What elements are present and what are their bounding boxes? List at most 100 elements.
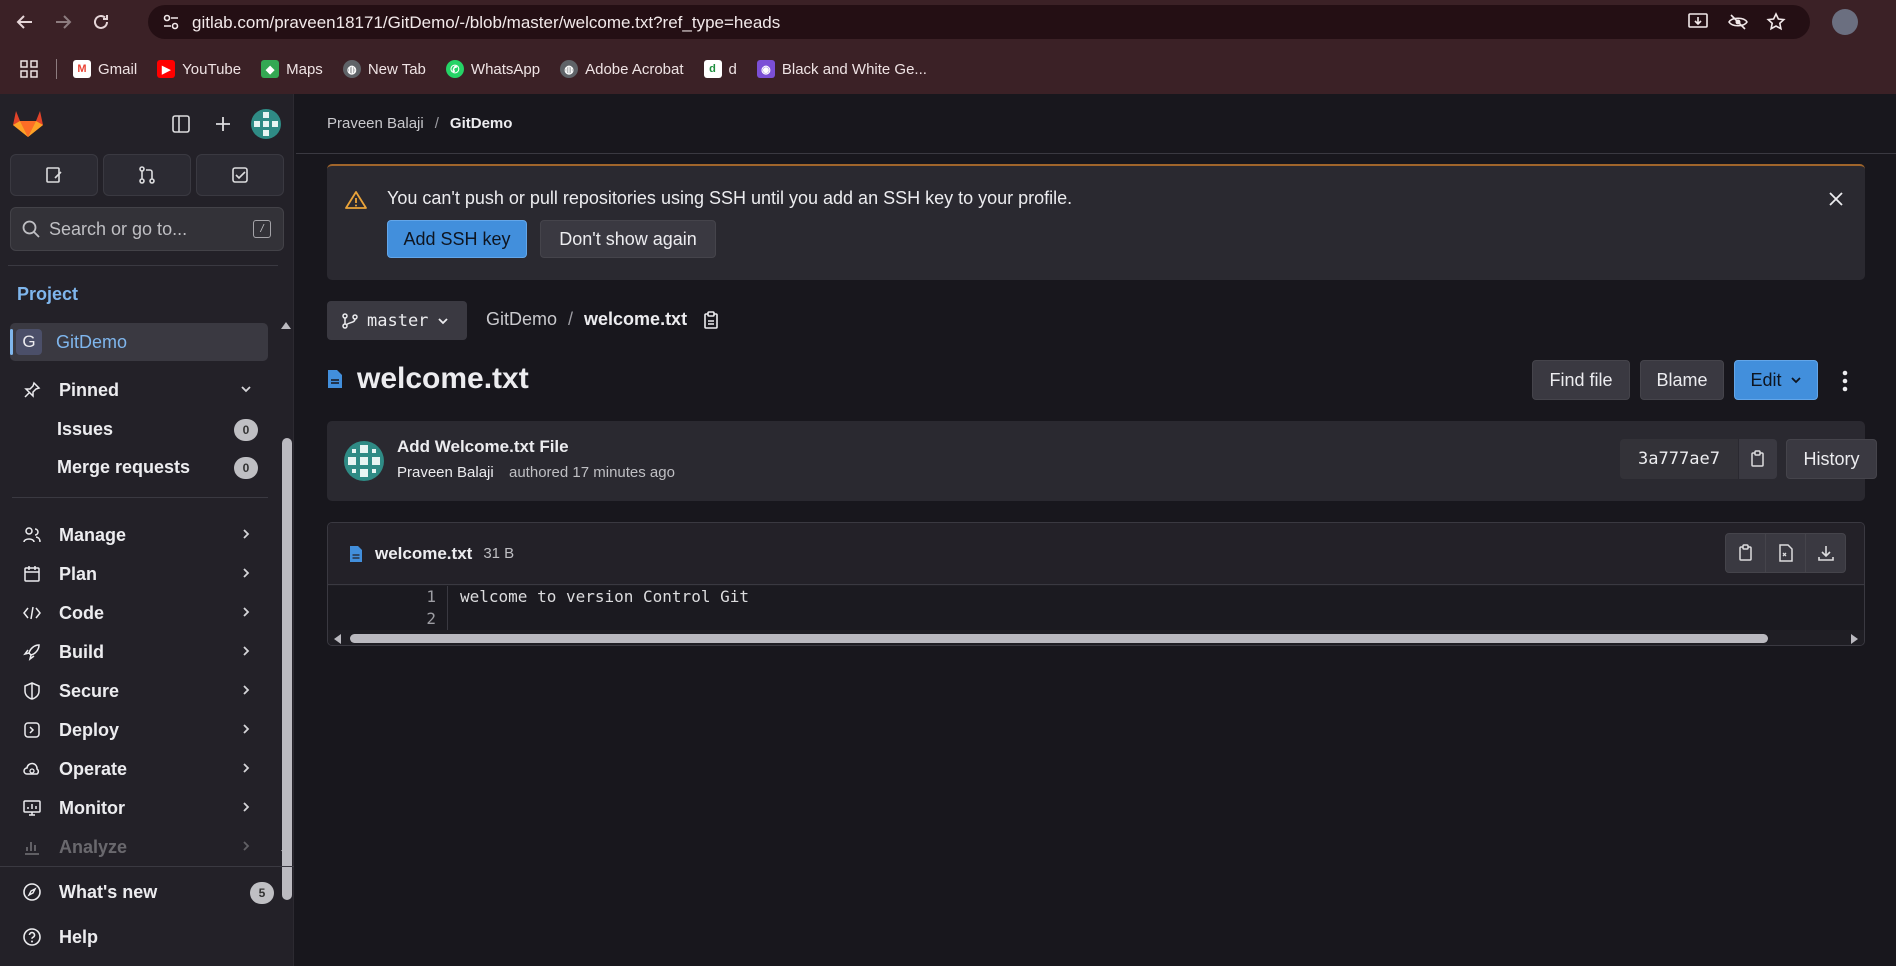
bookmark-star-icon[interactable]	[1766, 12, 1786, 32]
eye-off-icon[interactable]	[1728, 13, 1748, 31]
calendar-icon	[21, 563, 43, 585]
file-icon	[327, 369, 343, 389]
sidebar-item-operate[interactable]: Operate	[10, 750, 268, 788]
more-options-icon[interactable]	[1842, 370, 1848, 392]
help-button[interactable]: Help	[10, 918, 268, 956]
alert-message: You can't push or pull repositories usin…	[387, 188, 1073, 208]
download-button[interactable]	[1805, 533, 1846, 573]
gitlab-logo-icon[interactable]	[12, 108, 44, 138]
path-file-name: welcome.txt	[584, 309, 688, 329]
bookmark-label: Maps	[286, 60, 323, 78]
sidebar-item-plan[interactable]: Plan	[10, 555, 268, 593]
copy-path-icon[interactable]	[702, 310, 720, 330]
sidebar-item-label: GitDemo	[56, 331, 128, 352]
chevron-down-icon	[436, 314, 450, 328]
horizontal-scrollbar[interactable]	[328, 630, 1864, 645]
chevron-down-icon	[238, 381, 254, 397]
sidebar-item-secure[interactable]: Secure	[10, 672, 268, 710]
todos-quick-button[interactable]	[196, 154, 284, 196]
blame-button[interactable]: Blame	[1640, 360, 1724, 400]
sidebar-item-label: Help	[59, 926, 99, 947]
sidebar-item-code[interactable]: Code	[10, 594, 268, 632]
sidebar-section-title[interactable]: Project	[17, 284, 78, 305]
bookmark-whatsapp[interactable]: ✆ WhatsApp	[445, 60, 540, 78]
monitor-icon	[21, 797, 43, 819]
bookmark-new-tab[interactable]: ◍ New Tab	[342, 60, 426, 78]
author-avatar[interactable]	[344, 441, 384, 481]
apps-grid-icon[interactable]	[20, 60, 38, 78]
site-info-icon[interactable]	[162, 13, 180, 31]
dont-show-again-button[interactable]: Don't show again	[540, 220, 716, 258]
scroll-up-icon[interactable]	[280, 320, 292, 330]
edit-label: Edit	[1750, 369, 1782, 390]
bookmark-gmail[interactable]: M Gmail	[73, 60, 137, 78]
sidebar-toggle-icon[interactable]	[171, 114, 191, 134]
find-file-button[interactable]: Find file	[1532, 360, 1630, 400]
address-bar[interactable]: gitlab.com/praveen18171/GitDemo/-/blob/m…	[148, 5, 1810, 39]
sidebar-divider	[8, 265, 278, 266]
sidebar-item-label: Manage	[59, 524, 127, 545]
plus-icon[interactable]	[213, 114, 233, 134]
sidebar-item-merge-requests[interactable]: Merge requests 0	[10, 448, 268, 486]
code-content[interactable]: 1 2 welcome to version Control Git	[328, 586, 1864, 630]
sidebar-item-project[interactable]: G GitDemo	[10, 323, 268, 361]
breadcrumb-owner[interactable]: Praveen Balaji	[327, 115, 424, 132]
sidebar-item-issues[interactable]: Issues 0	[10, 410, 268, 448]
chevron-right-icon	[238, 682, 254, 698]
line-number[interactable]: 2	[328, 608, 447, 630]
globe-icon: ◍	[342, 60, 361, 78]
warning-icon	[345, 190, 367, 210]
sidebar-item-analyze[interactable]: Analyze	[10, 828, 268, 866]
close-icon[interactable]	[1827, 190, 1845, 208]
commit-author[interactable]: Praveen Balaji	[397, 464, 494, 481]
sidebar-item-manage[interactable]: Manage	[10, 516, 268, 554]
bookmark-adobe-acrobat[interactable]: ◍ Adobe Acrobat	[560, 60, 684, 78]
merge-requests-quick-button[interactable]	[103, 154, 191, 196]
bookmark-youtube[interactable]: ▶ YouTube	[157, 60, 241, 78]
profile-avatar[interactable]	[1832, 9, 1858, 35]
reload-button[interactable]	[86, 7, 116, 37]
file-viewer: welcome.txt 31 B 1 2 welcome to version …	[327, 522, 1865, 646]
sidebar-item-build[interactable]: Build	[10, 633, 268, 671]
sidebar-divider	[0, 866, 294, 867]
whats-new-button[interactable]: What's new 5	[10, 873, 274, 911]
install-app-icon[interactable]	[1688, 13, 1708, 31]
sidebar-scrollbar[interactable]	[282, 438, 292, 900]
ssh-warning-alert: You can't push or pull repositories usin…	[327, 164, 1865, 280]
search-input[interactable]: Search or go to... /	[10, 207, 284, 251]
file-size: 31 B	[483, 545, 515, 562]
line-number[interactable]: 1	[328, 586, 447, 608]
download-icon	[1817, 544, 1835, 562]
scrollbar-thumb[interactable]	[350, 634, 1768, 643]
bookmark-d[interactable]: d d	[703, 60, 737, 78]
path-project-link[interactable]: GitDemo	[486, 309, 557, 330]
bookmarks-bar: M Gmail ▶ YouTube ◆ Maps ◍ New Tab ✆ Wha…	[0, 44, 1896, 94]
sidebar-item-monitor[interactable]: Monitor	[10, 789, 268, 827]
user-avatar[interactable]	[251, 109, 281, 139]
edit-button[interactable]: Edit	[1734, 360, 1818, 400]
chevron-right-icon	[238, 721, 254, 737]
merge-request-icon	[139, 166, 155, 184]
url-text[interactable]: gitlab.com/praveen18171/GitDemo/-/blob/m…	[192, 13, 780, 33]
branch-selector[interactable]: master	[327, 301, 467, 340]
sidebar-item-pinned[interactable]: Pinned	[10, 371, 268, 409]
back-button[interactable]	[10, 7, 40, 37]
forward-button[interactable]	[48, 7, 78, 37]
scroll-left-icon[interactable]	[332, 633, 342, 645]
issues-quick-button[interactable]	[10, 154, 98, 196]
search-icon	[21, 219, 41, 239]
commit-title[interactable]: Add Welcome.txt File	[397, 437, 569, 457]
scroll-right-icon[interactable]	[1850, 633, 1860, 645]
copy-contents-button[interactable]	[1725, 533, 1766, 573]
add-ssh-key-button[interactable]: Add SSH key	[387, 220, 527, 258]
search-placeholder: Search or go to...	[49, 218, 188, 239]
breadcrumb-project[interactable]: GitDemo	[450, 115, 513, 132]
scroll-down-icon[interactable]	[280, 849, 292, 859]
open-raw-button[interactable]	[1765, 533, 1806, 573]
history-button[interactable]: History	[1786, 439, 1877, 479]
copy-sha-button[interactable]	[1739, 439, 1777, 479]
commit-sha[interactable]: 3a777ae7	[1620, 439, 1738, 479]
sidebar-item-deploy[interactable]: Deploy	[10, 711, 268, 749]
bookmark-maps[interactable]: ◆ Maps	[261, 60, 323, 78]
bookmark-black-white[interactable]: ◉ Black and White Ge...	[756, 60, 927, 78]
